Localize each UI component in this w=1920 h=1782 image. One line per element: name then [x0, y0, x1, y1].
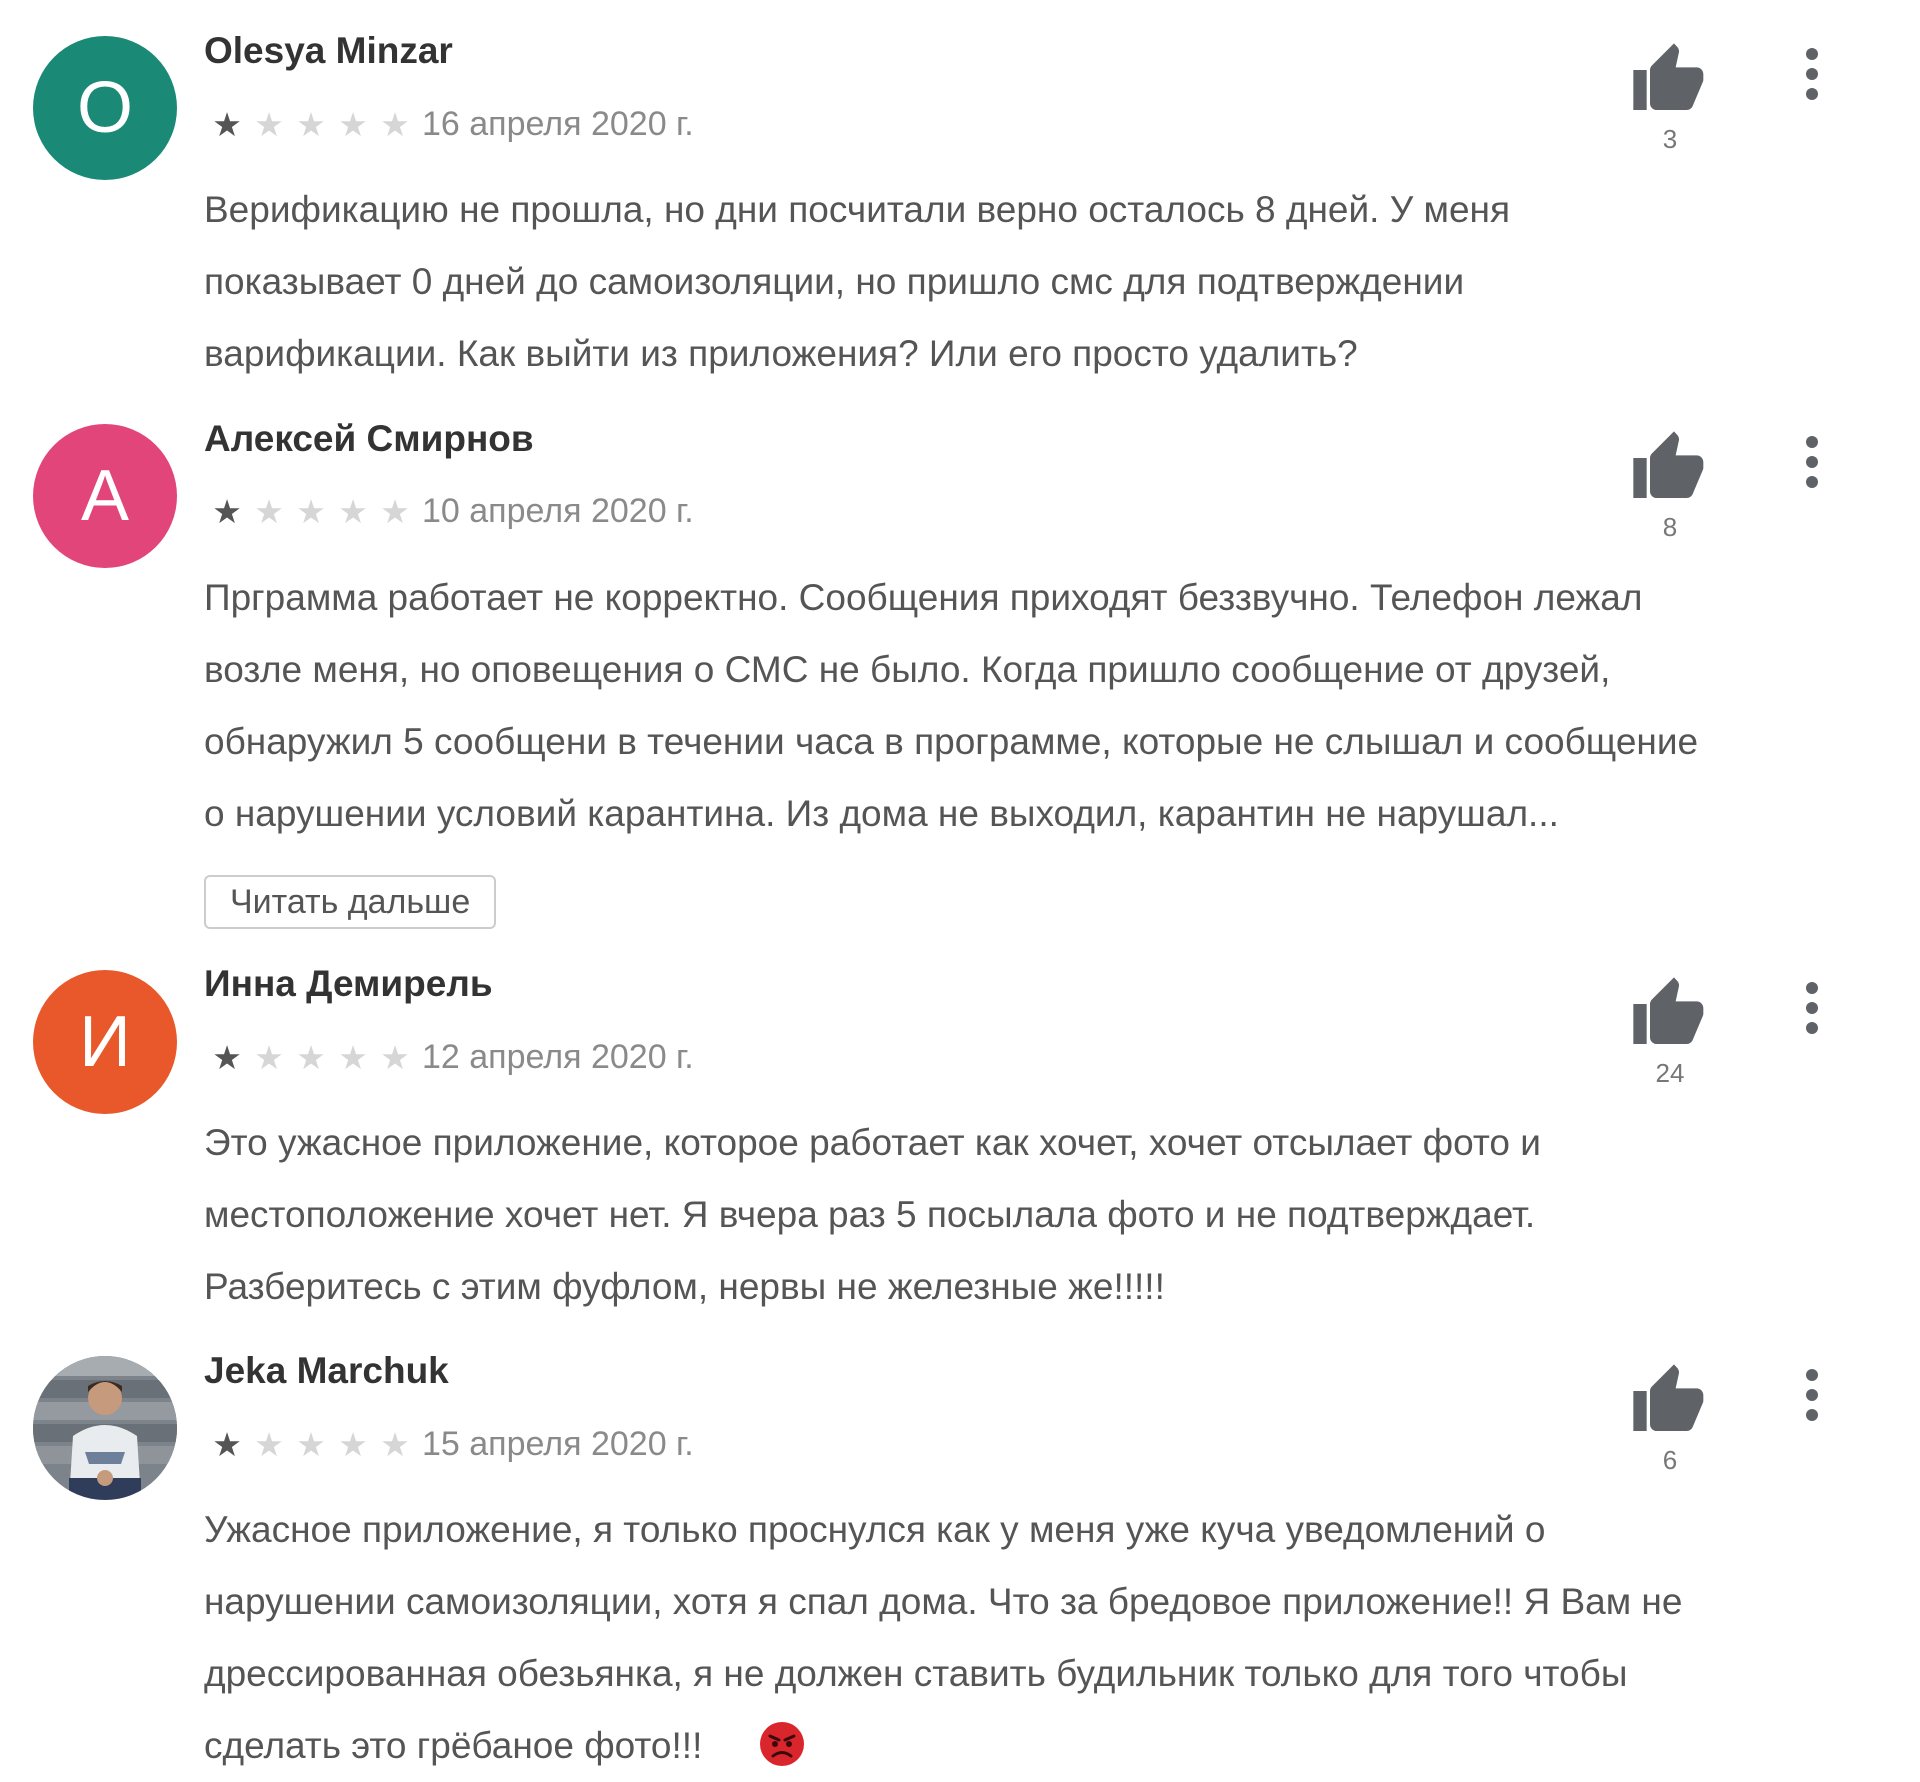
star-empty-icon: ★ — [254, 1425, 284, 1463]
more-vertical-icon[interactable] — [1792, 1365, 1832, 1425]
like-count: 8 — [1662, 512, 1678, 542]
avatar: O — [33, 36, 177, 180]
star-empty-icon: ★ — [296, 105, 326, 143]
star-empty-icon: ★ — [380, 1425, 410, 1463]
review-author: Алексей Смирнов — [204, 418, 534, 459]
thumbs-up-icon[interactable] — [1630, 40, 1710, 111]
star-empty-icon: ★ — [380, 1038, 410, 1076]
avatar-letter: O — [76, 68, 133, 148]
star-empty-icon: ★ — [296, 492, 326, 530]
read-more-button[interactable]: Читать дальше — [204, 875, 497, 929]
review-date: 10 апреля 2020 г. — [422, 491, 694, 530]
review-text: Прграмма работает не корректно. Сообщени… — [204, 577, 1699, 834]
star-empty-icon: ★ — [338, 1038, 368, 1076]
star-empty-icon: ★ — [380, 492, 410, 530]
star-filled-icon: ★ — [212, 1425, 242, 1463]
rating-row: ★ ★ ★ ★ ★ 12 апреля 2020 г. — [206, 1035, 694, 1079]
avatar-photo — [33, 1356, 177, 1500]
rating-row: ★ ★ ★ ★ ★ 15 апреля 2020 г. — [206, 1422, 694, 1466]
rating-row: ★ ★ ★ ★ ★ 10 апреля 2020 г. — [206, 489, 694, 533]
avatar — [33, 1356, 177, 1500]
star-empty-icon: ★ — [254, 105, 284, 143]
like-count: 24 — [1655, 1058, 1685, 1088]
review-text: Верификацию не прошла, но дни посчитали … — [204, 189, 1510, 374]
star-empty-icon: ★ — [254, 492, 284, 530]
avatar: А — [33, 424, 177, 568]
thumbs-up-icon[interactable] — [1630, 974, 1710, 1044]
review-text: Это ужасное приложение, которое работает… — [204, 1122, 1541, 1307]
star-empty-icon: ★ — [254, 1038, 284, 1076]
more-vertical-icon[interactable] — [1792, 978, 1832, 1038]
more-vertical-icon[interactable] — [1792, 432, 1832, 492]
review-author: Инна Демирель — [204, 963, 493, 1004]
thumbs-up-icon[interactable] — [1630, 1361, 1710, 1431]
avatar-letter: И — [79, 1002, 131, 1082]
review-date: 16 апреля 2020 г. — [422, 104, 694, 143]
avatar: И — [33, 970, 177, 1114]
star-empty-icon: ★ — [338, 492, 368, 530]
review-date: 15 апреля 2020 г. — [422, 1424, 694, 1463]
star-filled-icon: ★ — [212, 1038, 242, 1076]
review-author: Jeka Marchuk — [204, 1350, 449, 1391]
avatar-letter: А — [80, 456, 130, 536]
star-empty-icon: ★ — [380, 105, 410, 143]
star-filled-icon: ★ — [212, 492, 242, 530]
star-empty-icon: ★ — [338, 105, 368, 143]
star-empty-icon: ★ — [296, 1425, 326, 1463]
star-filled-icon: ★ — [212, 105, 242, 143]
like-count: 3 — [1662, 124, 1678, 154]
like-count: 6 — [1662, 1445, 1678, 1475]
star-empty-icon: ★ — [296, 1038, 326, 1076]
review-date: 12 апреля 2020 г. — [422, 1037, 694, 1076]
review-text: Ужасное приложение, я только проснулся к… — [204, 1509, 1683, 1766]
thumbs-up-icon[interactable] — [1630, 428, 1710, 498]
star-empty-icon: ★ — [338, 1425, 368, 1463]
angry-face-icon — [758, 1720, 806, 1768]
rating-row: ★ ★ ★ ★ ★ 16 апреля 2020 г. — [206, 102, 694, 146]
more-vertical-icon[interactable] — [1792, 44, 1832, 104]
review-author: Olesya Minzar — [204, 30, 453, 71]
